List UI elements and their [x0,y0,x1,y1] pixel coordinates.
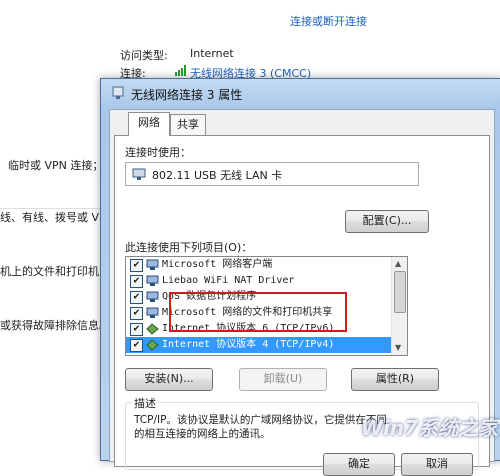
scroll-down-arrow-icon[interactable]: ▼ [395,343,401,352]
connect-using-label: 连接时使用： [125,146,191,159]
checkbox[interactable]: ✔ [130,291,143,304]
signal-bars-icon [175,65,187,76]
install-button[interactable]: 安装(N)... [125,368,213,391]
scroll-thumb[interactable] [394,271,406,313]
items-label: 此连接使用下列项目(O)： [125,241,253,254]
checkbox[interactable]: ✔ [130,323,143,336]
highlight-box [169,292,347,332]
dialog-titlebar[interactable]: 无线网络连接 3 属性 [101,79,500,107]
protocol-icon [146,339,159,351]
qos-scheduler-icon [146,291,159,303]
list-vertical-scrollbar[interactable]: ▲ ▼ [391,257,407,355]
protocol-icon [146,323,159,335]
list-item[interactable]: ✔ Liebao WiFi NAT Driver [126,273,407,289]
sidebar-text-2: 线、有线、拨号或 VI [0,211,103,224]
dialog-client: 网络 共享 连接时使用： 802.11 USB 无线 LAN 卡 配置(C)..… [109,109,495,470]
adapter-field: 802.11 USB 无线 LAN 卡 [125,162,419,186]
tab-sharing[interactable]: 共享 [170,114,206,135]
list-item-selected[interactable]: ✔ Internet 协议版本 4 (TCP/IPv4) [126,337,407,353]
access-type-value: Internet [190,47,234,60]
checkbox[interactable]: ✔ [130,307,143,320]
adapter-icon [132,167,146,181]
list-item-label: Liebao WiFi NAT Driver [162,275,295,286]
sidebar-text-4: 或获得故障排除信息。 [0,319,110,332]
network-client-icon [146,259,159,271]
checkbox[interactable]: ✔ [130,275,143,288]
network-adapter-icon [111,86,125,100]
access-type-label: 访问类型: [120,49,168,62]
properties-dialog: 无线网络连接 3 属性 网络 共享 连接时使用： 802.11 USB 无线 L… [100,78,500,476]
adapter-name: 802.11 USB 无线 LAN 卡 [152,169,283,182]
connect-disconnect-link[interactable]: 连接或断开连接 [290,13,367,29]
list-item-label: Microsoft 网络客户端 [162,259,273,270]
configure-button[interactable]: 配置(C)... [345,210,429,233]
checkbox[interactable]: ✔ [130,259,143,272]
sidebar-text-1: 临时或 VPN 连接； [8,159,104,172]
sidebar-text-3: 机上的文件和打印机 [0,265,99,278]
uninstall-button[interactable]: 卸载(U) [239,368,327,391]
list-item[interactable]: ✔ Microsoft 网络客户端 [126,257,407,273]
network-driver-icon [146,275,159,287]
file-printer-share-icon [146,307,159,319]
cancel-button[interactable]: 取消 [401,453,473,476]
description-label: 描述 [132,395,158,411]
tab-network[interactable]: 网络 [128,112,170,136]
watermark-logo: Win7系统之家 [360,416,498,440]
list-item-label: Internet 协议版本 4 (TCP/IPv4) [162,339,335,350]
dialog-title: 无线网络连接 3 属性 [131,88,243,102]
scroll-up-arrow-icon[interactable]: ▲ [395,259,401,268]
properties-button[interactable]: 属性(R) [351,368,439,391]
ok-button[interactable]: 确定 [323,453,395,476]
checkbox[interactable]: ✔ [130,339,143,352]
